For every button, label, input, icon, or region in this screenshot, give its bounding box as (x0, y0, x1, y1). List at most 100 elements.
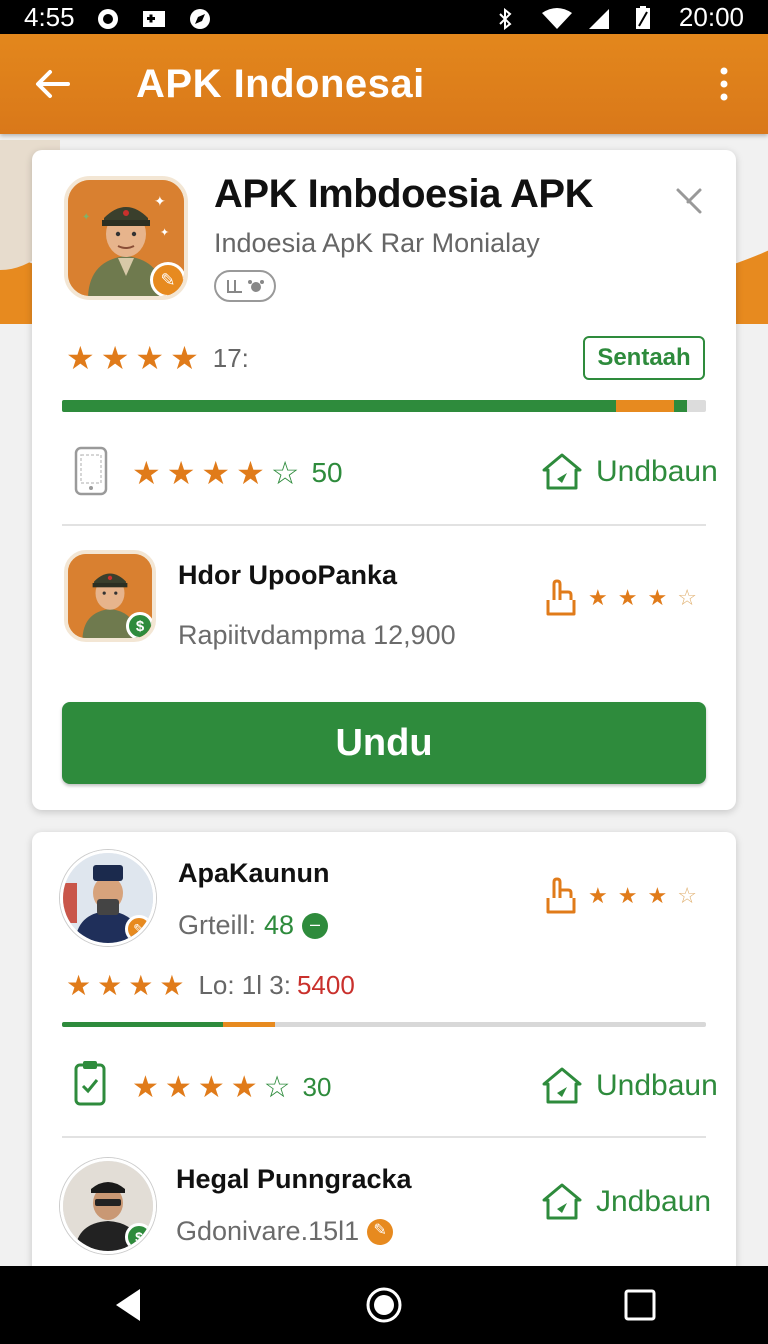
progress-accent (615, 400, 674, 412)
star-outline-icon: ☆ (270, 455, 300, 491)
featured-undbaun-link[interactable]: Undbaun (540, 452, 718, 492)
star-icon: ★ (159, 969, 185, 1001)
list-jndbaun-link[interactable]: Jndbaun (540, 1182, 711, 1222)
list-undbaun-link[interactable]: Undbaun (540, 1066, 718, 1106)
star-icon: ★ (166, 455, 196, 491)
star-icon: ★ (647, 585, 668, 610)
undbaun-label: Undbaun (596, 455, 718, 488)
list-item-rating: ★ ★ ★ ☆ (544, 876, 697, 916)
content-rating-chip (214, 270, 276, 302)
list-item-name: Hegal Punngracka (176, 1164, 412, 1194)
star-icon: ★ (617, 585, 638, 610)
verified-badge-icon: $ (126, 612, 152, 638)
sub-app-meta: Rapiitvdampma 12,900 (178, 620, 456, 650)
list-item-meta: Grteill: 48 – (178, 910, 329, 941)
star-icon: ★ (66, 340, 95, 376)
app-bar: APK Indonesai (0, 34, 768, 134)
list-item-avatar: $ (60, 1158, 156, 1254)
featured-progress-bar (62, 400, 706, 412)
home-download-icon (542, 1183, 582, 1220)
list-item-rating-value: 5400 (296, 970, 355, 1000)
page-title: APK Indonesai (136, 61, 425, 106)
meta-text: Gdonivare.15l1 (176, 1216, 360, 1246)
featured-app-subtitle: Indoesia ApK Rar Monialay (214, 228, 540, 258)
star-icon: ★ (588, 585, 608, 610)
star-icon: ★ (164, 1070, 192, 1104)
sync-icon (95, 6, 121, 29)
star-icon: ★ (100, 340, 130, 376)
clipboard-icon (74, 1060, 106, 1111)
sub-app-icon: $ (64, 550, 156, 642)
svg-text:✦: ✦ (154, 193, 166, 209)
navigation-bar (0, 1266, 768, 1344)
list-item-progress-bar (62, 1022, 706, 1027)
edit-badge-icon: ✎ (367, 1218, 394, 1245)
home-download-icon (542, 453, 582, 490)
app-list-card: ✎ ApaKaunun Grteill: 48 – ★ ★ ★ ☆ ★ ★ ★ … (32, 832, 736, 1272)
triangle-back-icon (116, 1289, 140, 1321)
featured-stats-count: 50 (311, 457, 343, 488)
featured-stats-stars: ★ ★ ★ ★ ☆ 50 (132, 454, 343, 492)
edit-badge-icon: ✎ (150, 262, 184, 296)
meta-value: 48 (264, 910, 295, 940)
square-recents-icon (624, 1289, 656, 1321)
status-bar: 4:55 20:00 (0, 0, 768, 34)
age-rating-icon (227, 280, 264, 293)
svg-text:✦: ✦ (82, 212, 90, 223)
back-button[interactable] (24, 56, 80, 112)
arrow-left-icon (36, 70, 70, 98)
list-item-name: ApaKaunun (178, 858, 330, 888)
bluetooth-icon (495, 6, 521, 31)
star-outline-icon: ☆ (263, 1071, 291, 1104)
list-stats-stars: ★ ★ ★ ★ ☆ 30 (132, 1070, 331, 1105)
star-icon: ★ (588, 883, 608, 908)
star-icon: ★ (236, 455, 265, 491)
verified-badge-icon: $ (125, 1223, 153, 1251)
hand-like-icon (546, 579, 576, 616)
overflow-menu-button[interactable] (704, 56, 744, 112)
sub-app-name: Hdor UpooPanka (178, 560, 398, 590)
minus-circle-icon: – (302, 912, 329, 939)
nav-home-button[interactable] (344, 1275, 424, 1335)
list-stats-count: 30 (302, 1072, 332, 1102)
divider (62, 1136, 706, 1138)
jndbaun-label: Jndbaun (596, 1185, 712, 1218)
status-time: 4:55 (24, 1, 75, 32)
nav-back-button[interactable] (88, 1275, 168, 1335)
circle-home-icon (366, 1287, 402, 1323)
featured-app-title: APK Imbdoesia APK (214, 172, 593, 216)
featured-rating-text: 17: (212, 342, 249, 373)
star-icon: ★ (128, 969, 154, 1001)
nav-recents-button[interactable] (600, 1275, 680, 1335)
close-icon (676, 188, 702, 214)
download-button[interactable]: Undu (62, 702, 706, 784)
progress-fill (62, 400, 616, 412)
battery-icon (633, 6, 659, 29)
star-icon: ★ (135, 340, 165, 376)
star-icon: ★ (132, 1070, 159, 1104)
progress-accent (223, 1022, 275, 1027)
dismiss-button[interactable] (674, 186, 704, 221)
star-icon: ★ (647, 883, 668, 908)
featured-app-icon: ✦ ✦ ✦ ✎ (64, 176, 188, 300)
star-icon: ★ (230, 1070, 258, 1104)
wifi-icon (541, 6, 572, 29)
list-item-avatar: ✎ (60, 850, 156, 946)
game-icon (141, 6, 167, 28)
featured-app-card: ✦ ✦ ✦ ✎ APK Imbdoesia APK Indoesia ApK R… (32, 150, 736, 810)
list-item-rating-stars: ★ ★ ★ ★ Lo: 1l 3: 5400 (66, 970, 355, 1001)
divider (62, 524, 706, 526)
status-clock: 20:00 (678, 1, 744, 32)
more-vertical-icon (720, 67, 728, 101)
star-icon: ★ (170, 340, 199, 376)
list-item-rating-text: Lo: 1l 3: (198, 970, 291, 1000)
sentaah-button[interactable]: Sentaah (583, 336, 705, 380)
progress-fill (62, 1022, 223, 1027)
star-outline-icon: ☆ (677, 585, 697, 610)
progress-tail (673, 400, 687, 412)
star-icon: ★ (97, 969, 123, 1001)
featured-rating-stars: ★ ★ ★ ★ 17: (66, 342, 249, 374)
star-icon: ★ (201, 455, 231, 491)
edit-badge-icon: ✎ (125, 915, 153, 943)
phone-icon (74, 446, 108, 501)
